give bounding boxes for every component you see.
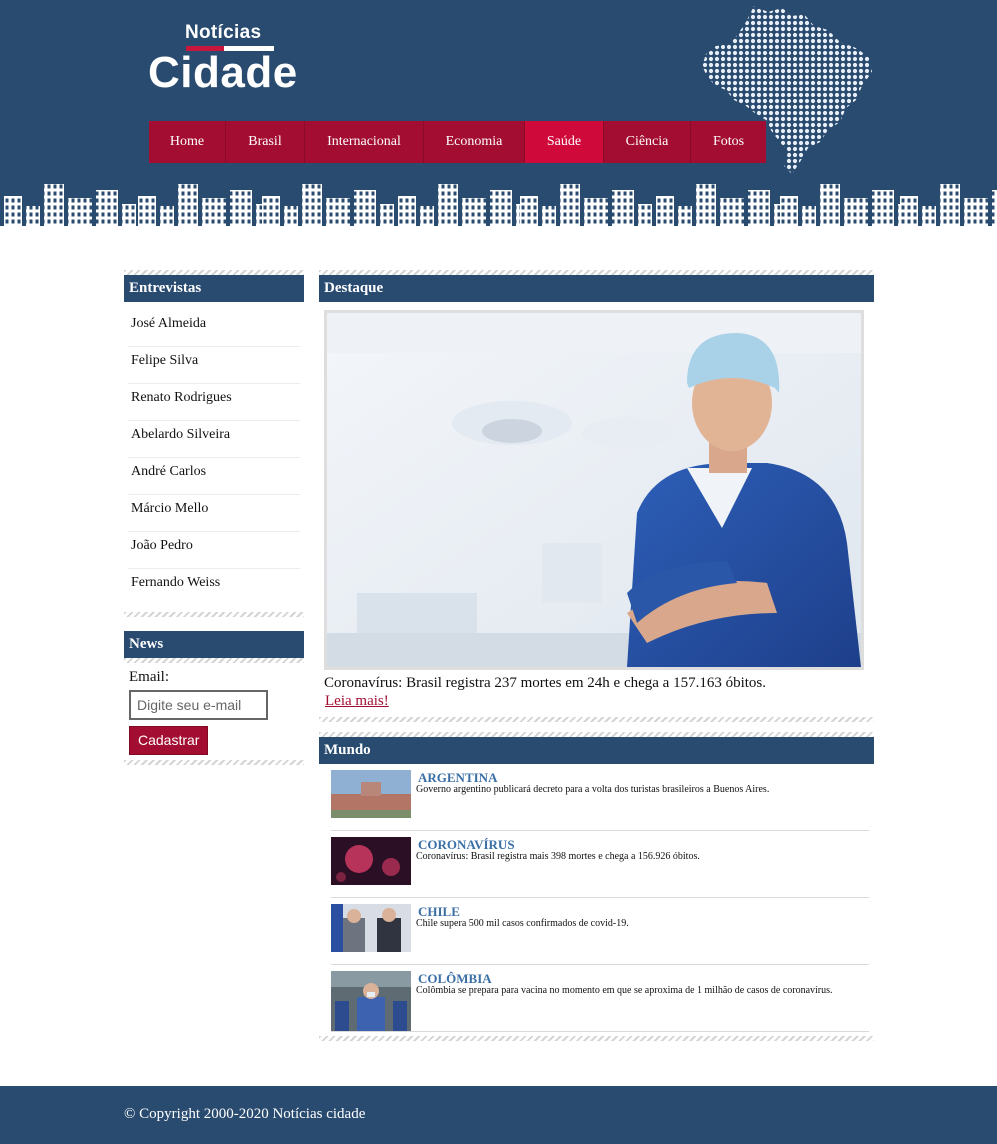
news-item-chile[interactable]: CHILE Chile supera 500 mil casos confirm…	[331, 898, 869, 965]
nav-ciencia[interactable]: Ciência	[604, 121, 691, 163]
email-field[interactable]	[129, 690, 268, 720]
featured-caption: Coronavírus: Brasil registra 237 mortes …	[324, 675, 766, 691]
nav-saude[interactable]: Saúde	[525, 121, 604, 163]
featured-heading: Destaque	[319, 275, 874, 302]
newsletter-form: Email: Cadastrar	[124, 663, 304, 755]
logo-big-text: Cidade	[148, 48, 298, 97]
world-news-list: ARGENTINA Governo argentino publicará de…	[319, 764, 874, 1032]
nav-brasil[interactable]: Brasil	[226, 121, 305, 163]
news-item-coronavirus[interactable]: CORONAVÍRUS Coronavírus: Brasil registra…	[331, 831, 869, 898]
divider	[124, 760, 304, 765]
site-footer: © Copyright 2000-2020 Notícias cidade	[0, 1086, 997, 1144]
interview-item[interactable]: Felipe Silva	[128, 347, 300, 384]
nav-economia[interactable]: Economia	[424, 121, 525, 163]
news-item-text: Coronavírus: Brasil registra mais 398 mo…	[416, 851, 700, 862]
divider	[319, 1036, 874, 1041]
interview-item[interactable]: João Pedro	[128, 532, 300, 569]
featured-image[interactable]	[324, 310, 864, 670]
news-item-argentina[interactable]: ARGENTINA Governo argentino publicará de…	[331, 764, 869, 831]
interview-item[interactable]: Renato Rodrigues	[128, 384, 300, 421]
nav-home[interactable]: Home	[149, 121, 226, 163]
news-item-text: Chile supera 500 mil casos confirmados d…	[416, 918, 629, 929]
interview-item[interactable]: André Carlos	[128, 458, 300, 495]
main-content: Destaque Coronavírus: Brasil registra 23…	[319, 270, 874, 1041]
doctor-photo	[327, 313, 861, 667]
site-logo[interactable]: Notícias Cidade	[148, 20, 308, 98]
interview-item[interactable]: Abelardo Silveira	[128, 421, 300, 458]
world-heading: Mundo	[319, 737, 874, 764]
news-item-text: Governo argentino publicará decreto para…	[416, 784, 770, 795]
email-label: Email:	[129, 669, 169, 685]
interviews-heading: Entrevistas	[124, 275, 304, 302]
colombia-thumbnail	[331, 971, 411, 1031]
interviews-list: José Almeida Felipe Silva Renato Rodrigu…	[124, 302, 304, 606]
subscribe-button[interactable]: Cadastrar	[129, 726, 209, 755]
news-item-text: Colômbia se prepara para vacina no momen…	[416, 985, 833, 996]
interview-item[interactable]: Márcio Mello	[128, 495, 300, 532]
main-navigation: Home Brasil Internacional Economia Saúde…	[149, 121, 766, 163]
interview-item[interactable]: José Almeida	[128, 310, 300, 347]
nav-fotos[interactable]: Fotos	[691, 121, 766, 163]
coronavirus-thumbnail	[331, 837, 411, 885]
interview-item[interactable]: Fernando Weiss	[128, 569, 300, 606]
city-skyline-illustration	[0, 184, 997, 236]
nav-internacional[interactable]: Internacional	[305, 121, 424, 163]
chile-thumbnail	[331, 904, 411, 952]
argentina-thumbnail	[331, 770, 411, 818]
news-item-colombia[interactable]: COLÔMBIA Colômbia se prepara para vacina…	[331, 965, 869, 1032]
read-more-link[interactable]: Leia mais!	[325, 693, 389, 710]
news-heading: News	[124, 631, 304, 658]
copyright-text: © Copyright 2000-2020 Notícias cidade	[124, 1106, 366, 1122]
site-header: Notícias Cidade Home Brasil Internaciona…	[0, 0, 997, 258]
logo-small-text: Notícias	[185, 22, 262, 43]
sidebar: Entrevistas José Almeida Felipe Silva Re…	[124, 270, 304, 765]
